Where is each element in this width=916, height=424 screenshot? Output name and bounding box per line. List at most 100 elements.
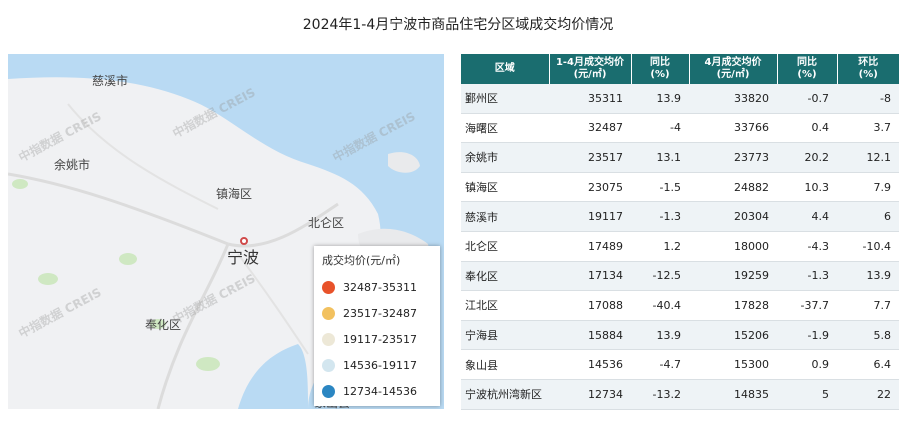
header-label: 同比 (%) [797, 57, 817, 80]
table-row: 鄞州区 35311 13.9 33820 -0.7 -8 [461, 84, 899, 114]
table-cell-apr-yoy: -1.3 [777, 261, 837, 292]
map-label-cixi: 慈溪市 [92, 74, 129, 88]
table-cell-region: 余姚市 [461, 142, 549, 173]
table-cell-apr-price: 23773 [689, 142, 777, 173]
legend-swatch [322, 358, 335, 372]
column-header-apr-yoy: 同比 (%) [777, 54, 838, 84]
map-label-fenghua: 奉化区 [145, 318, 182, 332]
table-cell-region: 慈溪市 [461, 201, 549, 232]
table-cell-jan-apr-price: 19117 [549, 201, 631, 232]
table-cell-region: 奉化区 [461, 261, 549, 292]
table-cell-jan-apr-price: 12734 [549, 379, 631, 410]
map-label-beilun: 北仑区 [308, 216, 345, 230]
table-cell-region: 北仑区 [461, 231, 549, 262]
table-cell-apr-mom: 12.1 [837, 142, 899, 173]
legend-title: 成交均价(元/㎡) [322, 254, 401, 267]
table-body: 鄞州区 35311 13.9 33820 -0.7 -8 海曙区 32487 -4 33766 0.… [461, 84, 899, 410]
table-cell-region: 象山县 [461, 349, 549, 380]
table-cell-apr-mom: 5.8 [837, 320, 899, 351]
table-cell-jan-apr-price: 17134 [549, 261, 631, 292]
green-area [38, 273, 58, 285]
table-cell-jan-apr-yoy: 13.9 [631, 84, 689, 114]
table-cell-apr-yoy: 5 [777, 379, 837, 410]
table-cell-apr-yoy: 4.4 [777, 201, 837, 232]
table-cell-apr-mom: 6 [837, 201, 899, 232]
table-cell-apr-mom: 7.9 [837, 172, 899, 203]
table-cell-jan-apr-price: 23075 [549, 172, 631, 203]
table-cell-apr-mom: 22 [837, 379, 899, 410]
legend-item: 32487-35311 [322, 274, 432, 300]
table-cell-apr-mom: -10.4 [837, 231, 899, 262]
table-row: 余姚市 23517 13.1 23773 20.2 12.1 [461, 142, 899, 173]
column-header-region: 区域 [461, 54, 550, 84]
table-cell-apr-price: 20304 [689, 201, 777, 232]
table-cell-apr-mom: -8 [837, 84, 899, 114]
price-table-container: 区域 1-4月成交均价 (元/㎡) 同比 (%) 4月成交均价 (元/㎡) 同比… [461, 54, 899, 410]
table-cell-jan-apr-price: 15884 [549, 320, 631, 351]
table-row: 象山县 14536 -4.7 15300 0.9 6.4 [461, 349, 899, 380]
table-cell-apr-yoy: -37.7 [777, 290, 837, 321]
table-cell-jan-apr-price: 17489 [549, 231, 631, 262]
table-cell-apr-mom: 3.7 [837, 113, 899, 144]
table-cell-jan-apr-yoy: 13.9 [631, 320, 689, 351]
legend-item: 14536-19117 [322, 352, 432, 378]
road [8, 172, 229, 246]
legend-item: 12734-14536 [322, 378, 432, 404]
table-row: 慈溪市 19117 -1.3 20304 4.4 6 [461, 201, 899, 232]
column-header-apr-price: 4月成交均价 (元/㎡) [689, 54, 778, 84]
table-cell-apr-yoy: -0.7 [777, 84, 837, 114]
bay-area [238, 344, 308, 409]
header-label: 区域 [494, 63, 515, 74]
table-cell-region: 海曙区 [461, 113, 549, 144]
region-price-map[interactable]: 中指数据 CREIS 中指数据 CREIS 中指数据 CREIS 中指数据 CR… [8, 54, 444, 409]
table-cell-apr-price: 33820 [689, 84, 777, 114]
table-cell-apr-price: 33766 [689, 113, 777, 144]
table-row: 江北区 17088 -40.4 17828 -37.7 7.7 [461, 290, 899, 321]
table-cell-jan-apr-yoy: 1.2 [631, 231, 689, 262]
column-header-jan-apr-price: 1-4月成交均价 (元/㎡) [549, 54, 632, 84]
legend-label: 32487-35311 [343, 280, 417, 294]
table-cell-jan-apr-price: 32487 [549, 113, 631, 144]
table-cell-apr-price: 18000 [689, 231, 777, 262]
map-legend: 成交均价(元/㎡) 32487-35311 23517-32487 19117-… [314, 246, 440, 406]
legend-item: 23517-32487 [322, 300, 432, 326]
table-cell-apr-price: 15300 [689, 349, 777, 380]
table-cell-apr-yoy: -1.9 [777, 320, 837, 351]
table-cell-apr-price: 17828 [689, 290, 777, 321]
green-area [196, 357, 220, 371]
legend-swatch [322, 280, 335, 294]
table-cell-apr-mom: 6.4 [837, 349, 899, 380]
table-cell-apr-price: 15206 [689, 320, 777, 351]
page-title: 2024年1-4月宁波市商品住宅分区域成交均价情况 [302, 17, 614, 33]
map-label-zhenhai: 镇海区 [216, 187, 253, 201]
table-cell-jan-apr-price: 17088 [549, 290, 631, 321]
table-cell-jan-apr-yoy: -1.5 [631, 172, 689, 203]
table-row: 镇海区 23075 -1.5 24882 10.3 7.9 [461, 172, 899, 203]
table-cell-apr-price: 24882 [689, 172, 777, 203]
table-row: 宁海县 15884 13.9 15206 -1.9 5.8 [461, 320, 899, 351]
legend-swatch [322, 384, 335, 398]
legend-label: 12734-14536 [343, 384, 417, 398]
table-cell-region: 镇海区 [461, 172, 549, 203]
table-cell-apr-mom: 7.7 [837, 290, 899, 321]
header-label: 1-4月成交均价 (元/㎡) [555, 57, 625, 80]
table-cell-region: 鄞州区 [461, 84, 549, 114]
table-cell-jan-apr-yoy: -4 [631, 113, 689, 144]
table-cell-jan-apr-yoy: -12.5 [631, 261, 689, 292]
table-row: 北仑区 17489 1.2 18000 -4.3 -10.4 [461, 231, 899, 262]
table-header-row: 区域 1-4月成交均价 (元/㎡) 同比 (%) 4月成交均价 (元/㎡) 同比… [461, 54, 899, 84]
table-cell-region: 宁海县 [461, 320, 549, 351]
table-cell-apr-yoy: -4.3 [777, 231, 837, 262]
table-cell-jan-apr-price: 23517 [549, 142, 631, 173]
legend-item: 19117-23517 [322, 326, 432, 352]
table-cell-apr-price: 14835 [689, 379, 777, 410]
table-row: 宁波杭州湾新区 12734 -13.2 14835 5 22 [461, 379, 899, 410]
table-cell-jan-apr-price: 14536 [549, 349, 631, 380]
price-table: 区域 1-4月成交均价 (元/㎡) 同比 (%) 4月成交均价 (元/㎡) 同比… [461, 54, 899, 410]
column-header-jan-apr-yoy: 同比 (%) [631, 54, 690, 84]
table-row: 奉化区 17134 -12.5 19259 -1.3 13.9 [461, 261, 899, 292]
table-cell-region: 宁波杭州湾新区 [461, 379, 549, 410]
table-cell-jan-apr-yoy: -40.4 [631, 290, 689, 321]
legend-swatch [322, 332, 335, 346]
map-label-ningbo: 宁波 [227, 248, 260, 267]
